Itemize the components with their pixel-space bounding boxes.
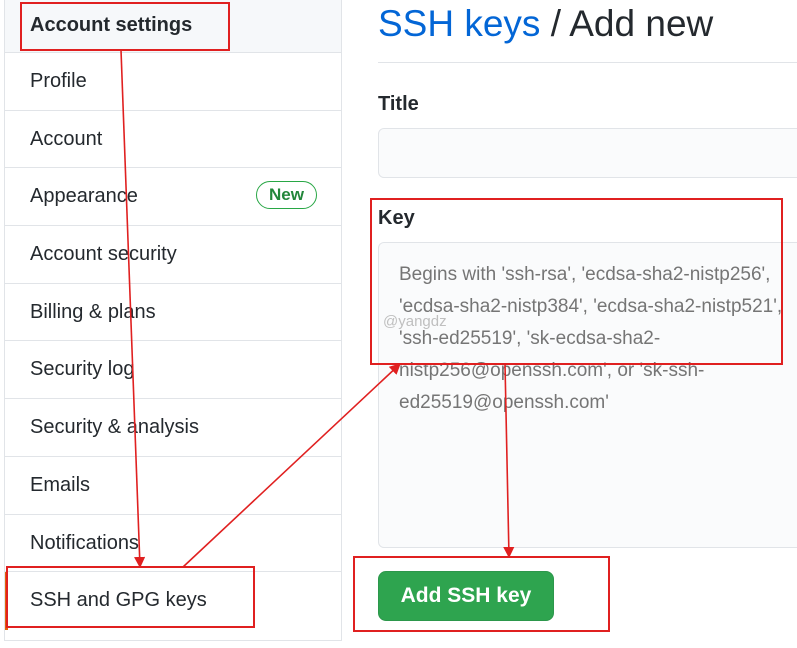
sidebar-item-profile[interactable]: Profile — [5, 53, 341, 111]
page-title: SSH keys / Add new — [378, 3, 713, 45]
sidebar-item-label: Security & analysis — [30, 416, 199, 439]
sidebar-item-account-security[interactable]: Account security — [5, 226, 341, 284]
sidebar-item-notifications[interactable]: Notifications — [5, 515, 341, 573]
sidebar-item-label: Notifications — [30, 531, 139, 554]
breadcrumb-separator: / — [540, 3, 570, 44]
new-badge: New — [256, 181, 317, 210]
sidebar-header: Account settings — [5, 0, 341, 53]
key-label: Key — [378, 207, 415, 229]
add-ssh-key-button[interactable]: Add SSH key — [378, 571, 554, 621]
title-input[interactable] — [378, 128, 797, 178]
sidebar-item-ssh-gpg-keys[interactable]: SSH and GPG keys — [5, 572, 341, 630]
sidebar-item-label: Appearance — [30, 185, 138, 208]
title-label: Title — [378, 93, 419, 115]
sidebar-item-emails[interactable]: Emails — [5, 457, 341, 515]
sidebar-item-label: Account security — [30, 243, 177, 266]
sidebar-item-label: Emails — [30, 473, 91, 496]
sidebar-item-label: Billing & plans — [30, 300, 156, 323]
breadcrumb-ssh-keys-link[interactable]: SSH keys — [378, 3, 540, 44]
sidebar-item-label: Profile — [30, 70, 87, 92]
sidebar-item-security-analysis[interactable]: Security & analysis — [5, 399, 341, 457]
settings-sidebar: Account settings Profile Account Appeara… — [4, 0, 342, 641]
watermark: @yangdz — [383, 313, 447, 330]
sidebar-item-label: Security log — [30, 358, 135, 381]
sidebar-item-billing[interactable]: Billing & plans — [5, 284, 341, 342]
sidebar-item-label: Account — [30, 127, 103, 150]
breadcrumb-current: Add new — [569, 3, 714, 44]
sidebar-item-security-log[interactable]: Security log — [5, 341, 341, 400]
sidebar-item-account[interactable]: Account — [5, 111, 341, 169]
title-divider — [378, 62, 797, 63]
sidebar-item-appearance[interactable]: Appearance New — [5, 168, 341, 227]
key-textarea[interactable] — [378, 242, 797, 548]
sidebar-item-label: SSH and GPG keys — [30, 589, 207, 612]
